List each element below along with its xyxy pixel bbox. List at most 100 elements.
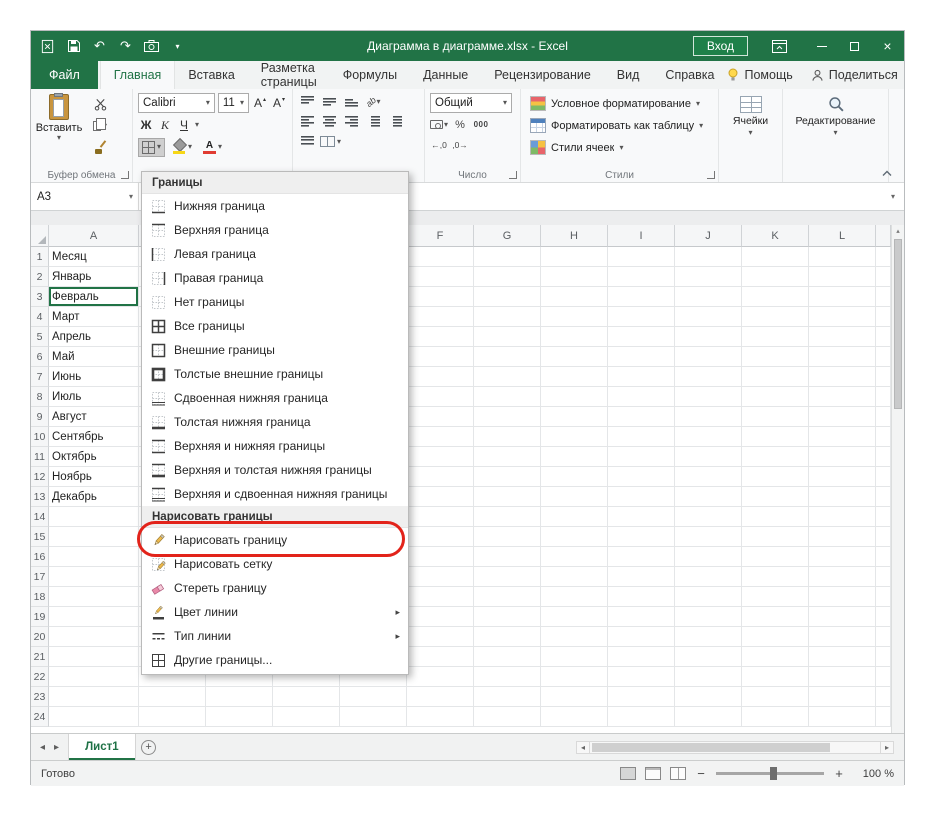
cell-J11[interactable] xyxy=(675,447,742,467)
cell-K1[interactable] xyxy=(742,247,809,267)
font-color-button[interactable]: А ▾ xyxy=(199,137,226,157)
cell-A14[interactable] xyxy=(49,507,139,527)
cell-F3[interactable] xyxy=(407,287,474,307)
cell-J9[interactable] xyxy=(675,407,742,427)
cell-I24[interactable] xyxy=(608,707,675,727)
cell-K19[interactable] xyxy=(742,607,809,627)
cell-A7[interactable]: Июнь xyxy=(49,367,139,387)
collapse-ribbon-button[interactable] xyxy=(878,166,896,179)
cell-H10[interactable] xyxy=(541,427,608,447)
share-button[interactable]: Поделиться xyxy=(811,68,898,82)
cell-A19[interactable] xyxy=(49,607,139,627)
redo-button[interactable]: ↷ xyxy=(117,38,134,55)
horizontal-scroll-thumb[interactable] xyxy=(592,742,830,752)
row-header-11[interactable]: 11 xyxy=(31,447,49,467)
cell-F12[interactable] xyxy=(407,467,474,487)
cell-I20[interactable] xyxy=(608,627,675,647)
column-header-H[interactable]: H xyxy=(541,225,608,247)
cell-G21[interactable] xyxy=(474,647,541,667)
minimize-button[interactable] xyxy=(805,31,838,61)
cell-G13[interactable] xyxy=(474,487,541,507)
menu-item-border-top[interactable]: Верхняя граница xyxy=(142,218,408,242)
cell-D23[interactable] xyxy=(273,687,340,707)
cell-J4[interactable] xyxy=(675,307,742,327)
format-as-table-button[interactable]: Форматировать как таблицу ▾ xyxy=(526,115,713,136)
cell-L21[interactable] xyxy=(809,647,876,667)
cell-H12[interactable] xyxy=(541,467,608,487)
menu-item-border-outside[interactable]: Внешние границы xyxy=(142,338,408,362)
comma-style-button[interactable]: 000 xyxy=(472,116,490,133)
row-header-1[interactable]: 1 xyxy=(31,247,49,267)
cell-L9[interactable] xyxy=(809,407,876,427)
cell-F9[interactable] xyxy=(407,407,474,427)
vertical-scrollbar[interactable]: ▴ xyxy=(891,225,904,733)
cell-L1[interactable] xyxy=(809,247,876,267)
cell-F21[interactable] xyxy=(407,647,474,667)
menu-item-border-none[interactable]: Нет границы xyxy=(142,290,408,314)
cell-G7[interactable] xyxy=(474,367,541,387)
cell-L4[interactable] xyxy=(809,307,876,327)
cell-K24[interactable] xyxy=(742,707,809,727)
cell-K17[interactable] xyxy=(742,567,809,587)
zoom-slider-thumb[interactable] xyxy=(770,767,777,780)
tab-главная[interactable]: Главная xyxy=(99,61,176,89)
cell-H11[interactable] xyxy=(541,447,608,467)
row-header-22[interactable]: 22 xyxy=(31,667,49,687)
decrease-font-size-button[interactable]: A ▾ xyxy=(271,94,287,112)
row-header-15[interactable]: 15 xyxy=(31,527,49,547)
align-top-button[interactable] xyxy=(298,93,317,110)
cell-F22[interactable] xyxy=(407,667,474,687)
tab-формулы[interactable]: Формулы xyxy=(330,61,410,89)
cell-F10[interactable] xyxy=(407,427,474,447)
paste-button[interactable]: Вставить ▾ xyxy=(36,93,82,155)
cell-F5[interactable] xyxy=(407,327,474,347)
cell-G11[interactable] xyxy=(474,447,541,467)
close-button[interactable]: × xyxy=(871,31,904,61)
cell-C24[interactable] xyxy=(206,707,273,727)
page-break-view-button[interactable] xyxy=(670,767,686,780)
column-header-I[interactable]: I xyxy=(608,225,675,247)
scroll-up-arrow-icon[interactable]: ▴ xyxy=(892,227,904,235)
cell-A12[interactable]: Ноябрь xyxy=(49,467,139,487)
cell-I10[interactable] xyxy=(608,427,675,447)
cell-F6[interactable] xyxy=(407,347,474,367)
tab-данные[interactable]: Данные xyxy=(410,61,481,89)
row-header-4[interactable]: 4 xyxy=(31,307,49,327)
increase-decimal-button[interactable]: ←,0 xyxy=(430,136,448,153)
menu-item-line-color[interactable]: Цвет линии ▸ xyxy=(142,600,408,624)
cell-J20[interactable] xyxy=(675,627,742,647)
cell-B23[interactable] xyxy=(139,687,206,707)
cell-G4[interactable] xyxy=(474,307,541,327)
cell-A1[interactable]: Месяц xyxy=(49,247,139,267)
cell-A13[interactable]: Декабрь xyxy=(49,487,139,507)
cell-K13[interactable] xyxy=(742,487,809,507)
tab-рецензирование[interactable]: Рецензирование xyxy=(481,61,604,89)
cell-G8[interactable] xyxy=(474,387,541,407)
cell-K15[interactable] xyxy=(742,527,809,547)
cell-J10[interactable] xyxy=(675,427,742,447)
italic-button[interactable]: К xyxy=(157,116,173,134)
cell-J5[interactable] xyxy=(675,327,742,347)
cell-J21[interactable] xyxy=(675,647,742,667)
name-box[interactable]: A3 ▾ xyxy=(31,183,139,210)
menu-item-line-style[interactable]: Тип линии ▸ xyxy=(142,624,408,648)
cell-H9[interactable] xyxy=(541,407,608,427)
cell-I23[interactable] xyxy=(608,687,675,707)
cell-J14[interactable] xyxy=(675,507,742,527)
cell-A10[interactable]: Сентябрь xyxy=(49,427,139,447)
cell-K21[interactable] xyxy=(742,647,809,667)
cell-J13[interactable] xyxy=(675,487,742,507)
menu-item-border-top-thick-bottom[interactable]: Верхняя и толстая нижняя границы xyxy=(142,458,408,482)
cell-G23[interactable] xyxy=(474,687,541,707)
cell-J16[interactable] xyxy=(675,547,742,567)
increase-font-size-button[interactable]: A ▴ xyxy=(252,94,268,112)
cell-H15[interactable] xyxy=(541,527,608,547)
maximize-button[interactable] xyxy=(838,31,871,61)
cell-H8[interactable] xyxy=(541,387,608,407)
cell-C23[interactable] xyxy=(206,687,273,707)
cell-F15[interactable] xyxy=(407,527,474,547)
cell-L10[interactable] xyxy=(809,427,876,447)
cell-H3[interactable] xyxy=(541,287,608,307)
cell-A18[interactable] xyxy=(49,587,139,607)
row-header-2[interactable]: 2 xyxy=(31,267,49,287)
